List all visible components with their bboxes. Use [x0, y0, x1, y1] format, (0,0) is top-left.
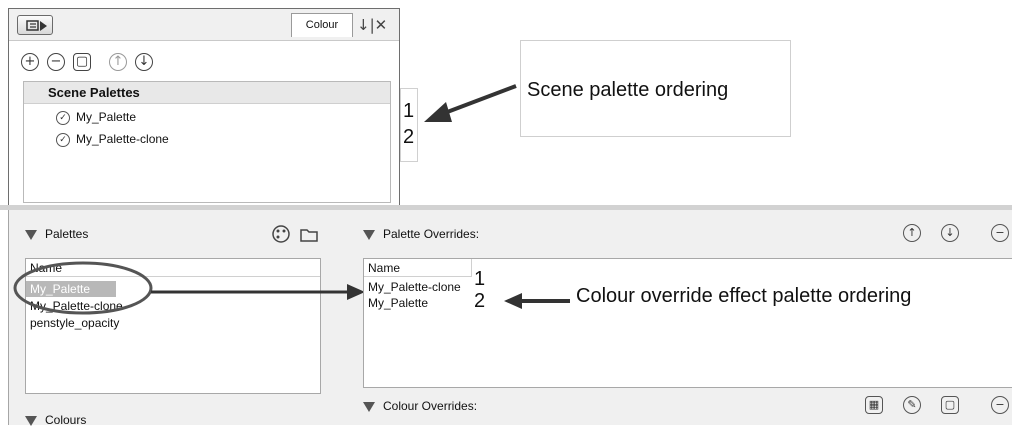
scene-order-numbers: 1 2	[400, 88, 418, 162]
remove-icon[interactable]: −	[991, 224, 1009, 242]
scene-palettes-header: Scene Palettes	[24, 82, 390, 104]
check-icon: ✓	[56, 111, 70, 125]
add-palette-icon[interactable]: +	[21, 53, 39, 71]
collapse-icon	[25, 229, 37, 240]
check-icon: ✓	[56, 133, 70, 147]
scene-palette-item[interactable]: ✓ My_Palette	[24, 106, 390, 128]
colours-section-header[interactable]: Colours	[25, 412, 86, 428]
clone-palette-icon[interactable]: ▢	[73, 53, 91, 71]
scene-palette-name: My_Palette	[76, 110, 137, 124]
menu-icon	[26, 20, 47, 31]
override-caption: Colour override effect palette ordering	[576, 285, 912, 307]
move-down-icon[interactable]: ↓	[135, 53, 153, 71]
move-up-icon[interactable]: ↑	[109, 53, 127, 71]
override-row[interactable]: My_Palette	[364, 295, 428, 311]
overrides-name-header[interactable]: Name	[364, 259, 472, 277]
palettes-section-header[interactable]: Palettes	[25, 226, 88, 242]
order-number: 2	[474, 290, 486, 312]
arrow-icon	[424, 84, 517, 122]
overrides-title: Palette Overrides:	[383, 227, 480, 241]
grid-icon[interactable]: ▦	[865, 396, 883, 414]
tab-controls[interactable]: ↓|✕	[357, 15, 393, 35]
scene-palette-name: My_Palette-clone	[76, 132, 169, 146]
scene-palette-item[interactable]: ✓ My_Palette-clone	[24, 128, 390, 150]
clone-icon[interactable]: ▢	[941, 396, 959, 414]
order-number: 1	[403, 100, 415, 122]
collapse-icon	[363, 401, 375, 412]
pencil-icon[interactable]: ✎	[903, 396, 921, 414]
scene-caption-box: Scene palette ordering	[520, 40, 791, 137]
palette-overrides-list: Name My_Palette-clone My_Palette 1 2 Col…	[363, 258, 1012, 388]
order-number: 2	[403, 126, 415, 148]
colour-overrides-section-header[interactable]: Colour Overrides:	[363, 398, 477, 414]
override-row[interactable]: My_Palette-clone	[364, 279, 461, 295]
colour-panel: Colour ↓|✕ + − ▢ ↑ ↓ Scene Palettes ✓ My…	[8, 8, 400, 208]
arrow-icon	[504, 293, 570, 309]
tab-colour[interactable]: Colour	[291, 13, 353, 37]
palette-override-panel: Palettes Name My_Palette My_Palette-clon…	[8, 210, 1012, 428]
collapse-icon	[25, 415, 37, 426]
overrides-section-header[interactable]: Palette Overrides:	[363, 226, 479, 242]
colour-overrides-title: Colour Overrides:	[383, 399, 478, 413]
panel-header: Colour ↓|✕	[9, 9, 399, 41]
order-number: 1	[474, 268, 486, 290]
folder-icon[interactable]	[299, 224, 319, 244]
scene-caption: Scene palette ordering	[527, 79, 729, 101]
scene-palette-list: Scene Palettes ✓ My_Palette ✓ My_Palette…	[23, 81, 391, 203]
panel-menu-button[interactable]	[17, 15, 53, 35]
palettes-title: Palettes	[45, 227, 89, 241]
move-down-icon[interactable]: ↓	[941, 224, 959, 242]
move-up-icon[interactable]: ↑	[903, 224, 921, 242]
palette-browser-icon[interactable]	[271, 224, 291, 244]
remove-palette-icon[interactable]: −	[47, 53, 65, 71]
highlight-ellipse	[13, 261, 365, 315]
remove-icon[interactable]: −	[991, 396, 1009, 414]
collapse-icon	[363, 229, 375, 240]
